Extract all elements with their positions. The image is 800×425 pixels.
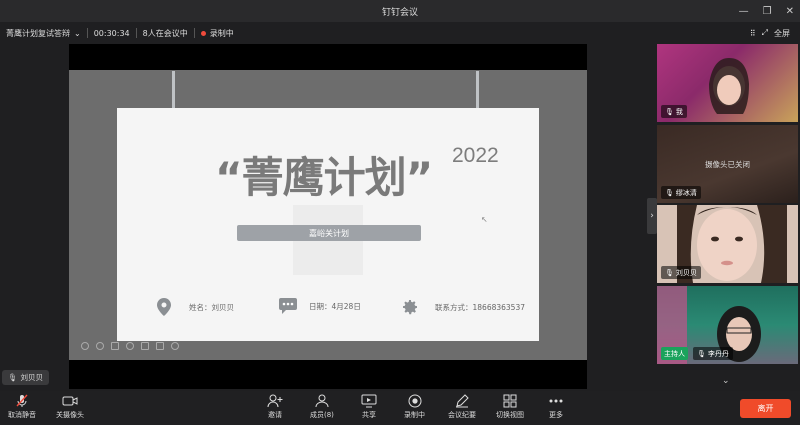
switch-view-label: 切换视图 [496, 411, 524, 419]
presentation-tools [81, 342, 179, 350]
participant-name: 缪冰清 [675, 188, 697, 197]
grid-view-icon [502, 394, 518, 408]
scroll-down-button[interactable]: ⌄ [722, 376, 730, 386]
participant-label: 🎙 缪冰清 [661, 186, 701, 199]
bottom-toolbar [0, 391, 800, 425]
slide-name-text: 姓名：刘贝贝 [189, 302, 234, 312]
meeting-duration: 00:30:34 [93, 28, 130, 38]
record-icon [407, 394, 423, 408]
camera-button[interactable]: 关摄像头 [56, 394, 84, 420]
minimize-icon[interactable]: — [739, 6, 749, 17]
fullscreen-button[interactable]: ⠿ ⤢ 全屏 [750, 22, 790, 44]
window-title: 钉钉会议 [381, 7, 418, 18]
slide-date-text: 日期：4月28日 [309, 301, 361, 311]
participant-tile[interactable]: 🎙 我 [657, 44, 798, 122]
title-bar: 钉钉会议 — ❐ ✕ [0, 0, 800, 22]
settings-gear-icon [403, 300, 417, 315]
layout-grid-icon[interactable]: ⠿ [750, 29, 756, 38]
screen-icon[interactable] [156, 342, 164, 350]
fullscreen-label: 全屏 [774, 28, 790, 38]
mute-button[interactable]: 取消静音 [8, 394, 36, 420]
more-button[interactable]: 更多 [548, 394, 564, 420]
slide-contact-info: 联系方式：18668363537 [401, 298, 525, 316]
microphone-muted-icon: 🎙 [665, 107, 674, 116]
members-label: 成员(8) [310, 411, 334, 419]
prev-slide-icon[interactable] [81, 342, 89, 350]
members-button[interactable]: 成员(8) [310, 394, 334, 420]
camera-off-text: 摄像头已关闭 [705, 160, 750, 169]
minutes-button[interactable]: 会议纪要 [448, 394, 476, 420]
microphone-muted-icon [14, 394, 30, 408]
fullscreen-icon: ⤢ [761, 28, 768, 37]
leave-button[interactable]: 离开 [740, 399, 791, 418]
location-pin-icon [157, 298, 171, 316]
slide-contact-text: 联系方式：18668363537 [435, 302, 525, 312]
notes-pen-icon [454, 394, 470, 408]
shared-screen: “菁鹰计划” 2022 嘉峪关计划 ↖ 姓名：刘贝贝 日期：4月28日 联系方式… [69, 44, 587, 389]
next-slide-icon[interactable] [96, 342, 104, 350]
slide-date-info: 日期：4月28日 [279, 298, 361, 314]
recording-indicator: 录制中 [195, 28, 240, 39]
chat-bubble-icon [279, 298, 297, 314]
active-speaker-name: 刘贝贝 [20, 373, 44, 382]
more-options-icon[interactable] [171, 342, 179, 350]
video-camera-icon [62, 394, 78, 408]
invite-button[interactable]: 邀请 [267, 394, 283, 420]
laser-icon[interactable] [126, 342, 134, 350]
participant-label: 主持人 🎙 李丹丹 [661, 347, 733, 360]
share-button[interactable]: 共享 [361, 394, 377, 420]
microphone-icon: 🎙 [8, 373, 18, 382]
slide-year: 2022 [452, 144, 499, 167]
slide-name-info: 姓名：刘贝贝 [157, 298, 234, 316]
participant-name: 李丹丹 [707, 349, 729, 358]
collapse-panel-button[interactable]: › [647, 198, 657, 234]
mouse-cursor-icon: ↖ [481, 215, 488, 224]
meeting-info-bar: 菁鹰计划复试答辩 ⌄ 00:30:34 8人在会议中 录制中 [0, 22, 800, 44]
more-dots-icon [548, 394, 564, 408]
participant-label: 🎙 刘贝贝 [661, 266, 701, 279]
restore-icon[interactable]: ❐ [763, 6, 772, 17]
participant-tile[interactable]: 主持人 🎙 李丹丹 [657, 286, 798, 364]
participant-tile[interactable]: 摄像头已关闭 🎙 缪冰清 [657, 125, 798, 203]
participant-name: 我 [675, 107, 683, 116]
share-screen-icon [361, 394, 377, 408]
slide-title: “菁鹰计划” [215, 153, 433, 202]
pen-icon[interactable] [111, 342, 119, 350]
meeting-name-dropdown[interactable]: 菁鹰计划复试答辩 ⌄ [0, 28, 87, 39]
slide-subtitle: 嘉峪关计划 [237, 225, 421, 241]
invite-label: 邀请 [268, 411, 282, 419]
recording-button[interactable]: 录制中 [404, 394, 425, 420]
participant-label: 🎙 我 [661, 105, 687, 118]
switch-view-button[interactable]: 切换视图 [496, 394, 524, 420]
window-controls: — ❐ ✕ [739, 0, 794, 22]
chevron-right-icon: › [650, 211, 654, 221]
recording-dot-icon [200, 30, 206, 36]
microphone-muted-icon: 🎙 [665, 188, 674, 197]
participant-name-chip: 🎙 李丹丹 [693, 347, 733, 360]
mute-label: 取消静音 [8, 411, 36, 419]
microphone-icon: 🎙 [665, 268, 674, 277]
more-label: 更多 [549, 411, 563, 419]
participant-name: 刘贝贝 [675, 268, 697, 277]
chevron-down-icon: ⌄ [74, 28, 81, 38]
recording-label: 录制中 [404, 411, 425, 419]
close-icon[interactable]: ✕ [786, 6, 794, 17]
people-icon [314, 394, 330, 408]
participant-count: 8人在会议中 [142, 28, 188, 38]
host-badge: 主持人 [661, 347, 688, 360]
recording-status: 录制中 [209, 28, 234, 38]
slide-card: “菁鹰计划” 2022 嘉峪关计划 ↖ 姓名：刘贝贝 日期：4月28日 联系方式… [117, 108, 539, 341]
camera-label: 关摄像头 [56, 411, 84, 419]
microphone-icon: 🎙 [697, 349, 706, 358]
camera-toggle-icon[interactable] [141, 342, 149, 350]
add-person-icon [267, 394, 283, 408]
meeting-window: 钉钉会议 — ❐ ✕ 菁鹰计划复试答辩 ⌄ 00:30:34 8人在会议中 录制… [0, 0, 800, 425]
minutes-label: 会议纪要 [448, 411, 476, 419]
participant-tile[interactable]: 🎙 刘贝贝 [657, 205, 798, 283]
meeting-name: 菁鹰计划复试答辩 [6, 28, 70, 38]
active-speaker-chip: 🎙 刘贝贝 [2, 370, 50, 385]
share-label: 共享 [362, 411, 376, 419]
